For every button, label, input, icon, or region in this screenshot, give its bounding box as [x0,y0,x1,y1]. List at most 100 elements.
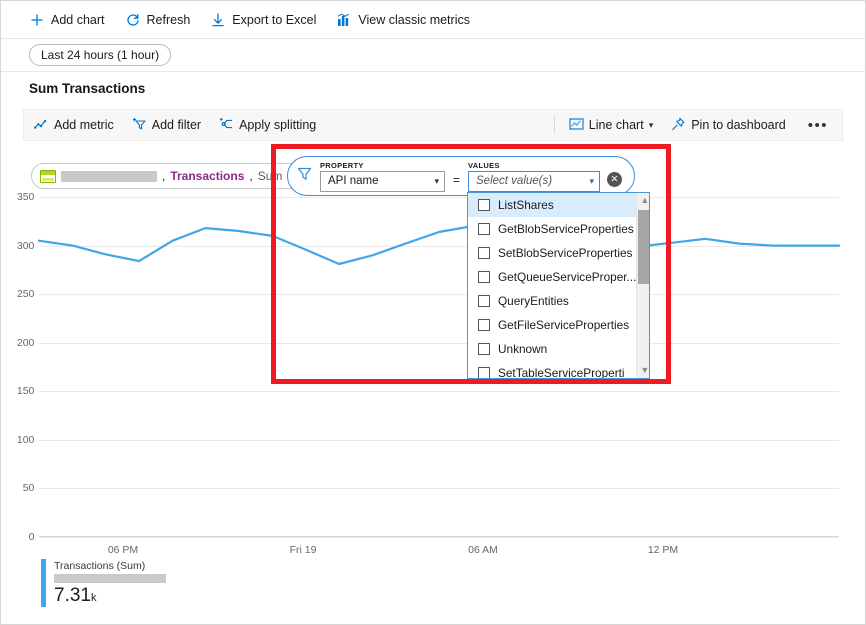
filter-values-field: VALUES Select value(s) ▾ [468,161,600,192]
filter-option-item[interactable]: SetTableServiceProperti [468,361,636,379]
refresh-icon [125,12,141,28]
apply-splitting-button[interactable]: Apply splitting [219,117,316,134]
filter-values-select[interactable]: Select value(s) ▾ [468,171,600,192]
legend-resource-redacted [54,574,166,583]
more-options-button[interactable]: ••• [804,117,832,134]
add-chart-button[interactable]: Add chart [29,12,105,28]
remove-filter-button[interactable]: ✕ [607,172,622,187]
line-chart-icon [569,117,584,134]
view-classic-metrics-button[interactable]: View classic metrics [336,12,470,28]
bar-chart-icon [336,12,352,28]
scrollbar-thumb[interactable] [638,210,650,284]
filter-option-item[interactable]: GetQueueServiceProper... [468,265,636,289]
filter-property-field: PROPERTY API name ▾ [320,161,445,192]
filter-property-label: PROPERTY [320,161,445,170]
filter-property-value: API name [328,175,379,187]
filter-values-dropdown[interactable]: ListShares GetBlobServiceProperties SetBlo… [467,192,650,379]
apply-splitting-icon [219,117,234,134]
time-range-row: Last 24 hours (1 hour) [1,39,865,72]
pin-icon [671,117,686,134]
filter-option-label: Unknown [498,342,547,356]
checkbox-icon[interactable] [478,247,490,259]
download-icon [210,12,226,28]
filter-option-label: SetTableServiceProperti [498,366,625,379]
filter-option-item[interactable]: GetBlobServiceProperties [468,217,636,241]
pin-to-dashboard-button[interactable]: Pin to dashboard [671,117,786,134]
y-axis-label: 300 [17,240,38,252]
scroll-down-icon[interactable]: ▼ [640,363,649,378]
checkbox-icon[interactable] [478,271,490,283]
y-axis-label: 200 [17,337,38,349]
filter-option-label: SetBlobServiceProperties [498,246,632,260]
series-line [39,197,839,537]
legend-value-number: 7.31 [54,585,91,606]
filter-values-placeholder: Select value(s) [476,175,552,187]
checkbox-icon[interactable] [478,319,490,331]
refresh-button[interactable]: Refresh [125,12,191,28]
chart-title: Sum Transactions [29,81,145,96]
export-to-excel-button[interactable]: Export to Excel [210,12,316,28]
chart-type-selector[interactable]: Line chart ▾ [569,117,653,134]
checkbox-icon[interactable] [478,343,490,355]
metrics-explorer-page: Add chart Refresh Export to Excel View c… [0,0,866,625]
filter-pill[interactable]: PROPERTY API name ▾ = VALUES Select valu… [287,156,635,196]
add-metric-icon [34,117,49,134]
export-to-excel-label: Export to Excel [232,13,316,27]
y-axis-label: 0 [29,531,38,543]
x-axis-label: Fri 19 [290,544,317,556]
y-axis-label: 150 [17,385,38,397]
chart-toolbar: Add metric Add filter Apply splitting [23,109,843,141]
toolbar-divider [554,116,555,134]
dropdown-scrollbar[interactable]: ▲ ▼ [636,193,650,378]
pin-to-dashboard-label: Pin to dashboard [691,118,786,132]
checkbox-icon[interactable] [478,367,490,379]
filter-option-item[interactable]: SetBlobServiceProperties [468,241,636,265]
chevron-down-icon: ▾ [434,176,439,187]
filter-values-label: VALUES [468,161,600,170]
checkbox-icon[interactable] [478,295,490,307]
command-bar: Add chart Refresh Export to Excel View c… [1,1,865,39]
filter-option-label: GetFileServiceProperties [498,318,629,332]
filter-option-label: GetQueueServiceProper... [498,270,636,284]
metric-pill[interactable]: , Transactions , Sum ✕ [31,163,311,189]
metric-pill-metric[interactable]: Transactions [170,169,244,183]
y-axis-label: 100 [17,434,38,446]
metric-pill-separator: , [162,169,165,183]
legend-color-swatch [41,559,46,607]
add-filter-button[interactable]: Add filter [132,117,201,134]
filter-option-item[interactable]: GetFileServiceProperties [468,313,636,337]
chart-plot-area: 350 300 250 200 150 100 50 0 06 PM Fri 1… [39,197,839,537]
filter-property-select[interactable]: API name ▾ [320,171,445,192]
scrollbar-track[interactable] [637,208,650,363]
add-filter-icon [132,117,147,134]
y-axis-label: 250 [17,288,38,300]
add-filter-label: Add filter [152,118,201,132]
x-axis-label: 12 PM [648,544,678,556]
filter-option-item[interactable]: QueryEntities [468,289,636,313]
filter-option-label: QueryEntities [498,294,569,308]
filter-icon [296,165,313,187]
add-metric-button[interactable]: Add metric [34,117,114,134]
time-range-label: Last 24 hours (1 hour) [41,48,159,62]
resource-name-redacted [61,171,157,182]
y-axis-label: 50 [23,482,38,494]
legend-value: 7.31k [54,585,166,607]
chevron-down-icon: ▾ [589,176,594,187]
checkbox-icon[interactable] [478,223,490,235]
legend-series-name: Transactions (Sum) [54,560,166,572]
filter-option-item[interactable]: ListShares [468,193,636,217]
scroll-up-icon[interactable]: ▲ [640,193,649,208]
checkbox-icon[interactable] [478,199,490,211]
gridline: 0 [39,537,839,538]
filter-option-item[interactable]: Unknown [468,337,636,361]
storage-account-icon [40,170,56,183]
metric-pill-aggregation[interactable]: Sum [258,169,283,183]
refresh-label: Refresh [147,13,191,27]
time-range-picker[interactable]: Last 24 hours (1 hour) [29,44,171,66]
filter-operator: = [452,165,461,187]
apply-splitting-label: Apply splitting [239,118,316,132]
add-chart-label: Add chart [51,13,105,27]
metric-pill-separator-2: , [249,169,252,183]
view-classic-metrics-label: View classic metrics [358,13,470,27]
filter-option-label: GetBlobServiceProperties [498,222,634,236]
